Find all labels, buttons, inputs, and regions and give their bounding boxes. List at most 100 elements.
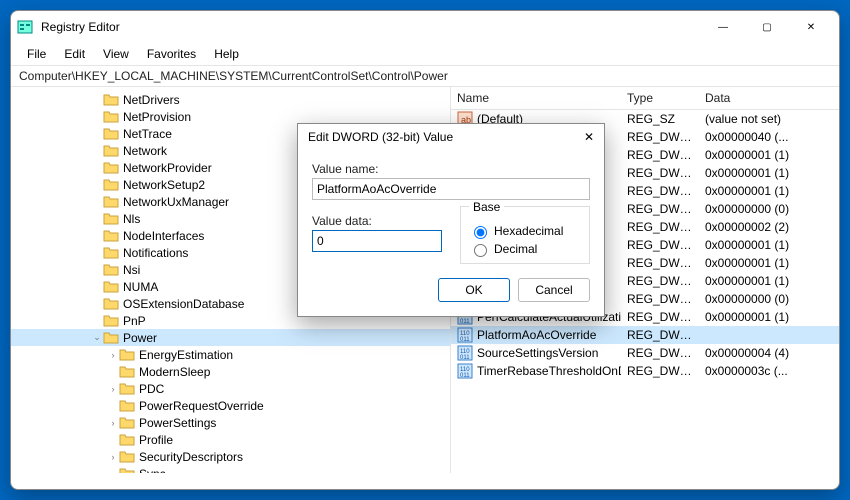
value-data: 0x00000001 (1) — [699, 274, 839, 288]
expand-arrow-icon[interactable]: › — [107, 418, 119, 428]
window-title: Registry Editor — [41, 20, 701, 34]
value-data: 0x00000040 (... — [699, 130, 839, 144]
tree-item-label: NetworkProvider — [123, 161, 212, 175]
menu-file[interactable]: File — [19, 45, 54, 63]
tree-item-label: EnergyEstimation — [139, 348, 233, 362]
expand-arrow-icon[interactable]: › — [107, 452, 119, 462]
tree-item-label: NUMA — [123, 280, 158, 294]
address-bar[interactable]: Computer\HKEY_LOCAL_MACHINE\SYSTEM\Curre… — [11, 66, 839, 87]
tree-item-label: Network — [123, 144, 167, 158]
list-row[interactable]: 110011SourceSettingsVersionREG_DWORD0x00… — [451, 344, 839, 362]
folder-icon — [103, 229, 119, 243]
folder-icon — [103, 161, 119, 175]
list-row[interactable]: 110011TimerRebaseThresholdOnDr...REG_DWO… — [451, 362, 839, 380]
tree-item-label: ModernSleep — [139, 365, 210, 379]
ok-button[interactable]: OK — [438, 278, 510, 302]
tree-item-label: OSExtensionDatabase — [123, 297, 244, 311]
value-type: REG_DWORD — [621, 346, 699, 360]
value-type: REG_DWORD — [621, 130, 699, 144]
value-data: 0x00000001 (1) — [699, 310, 839, 324]
menu-help[interactable]: Help — [206, 45, 247, 63]
minimize-button[interactable]: — — [701, 12, 745, 42]
tree-item[interactable]: › EnergyEstimation — [11, 346, 450, 363]
value-type: REG_DWORD — [621, 292, 699, 306]
value-data: 0x0000003c (... — [699, 364, 839, 378]
folder-icon — [103, 144, 119, 158]
tree-item-label: NetworkSetup2 — [123, 178, 205, 192]
tree-item-label: NodeInterfaces — [123, 229, 204, 243]
value-name-input[interactable] — [312, 178, 590, 200]
value-type: REG_DWORD — [621, 148, 699, 162]
tree-item-label: PnP — [123, 314, 146, 328]
dialog-titlebar: Edit DWORD (32-bit) Value ✕ — [298, 124, 604, 150]
folder-icon — [103, 263, 119, 277]
folder-icon — [103, 93, 119, 107]
maximize-button[interactable]: ▢ — [745, 12, 789, 42]
folder-icon — [103, 297, 119, 311]
tree-item[interactable]: › SecurityDescriptors — [11, 448, 450, 465]
tree-item-label: NetworkUxManager — [123, 195, 229, 209]
menu-edit[interactable]: Edit — [56, 45, 93, 63]
value-data: (value not set) — [699, 112, 839, 126]
radio-dec-input[interactable] — [474, 244, 487, 257]
tree-item[interactable]: Sync — [11, 465, 450, 473]
value-type: REG_DWORD — [621, 184, 699, 198]
folder-icon — [119, 365, 135, 379]
radio-hex[interactable]: Hexadecimal — [469, 223, 581, 239]
tree-item-label: PowerRequestOverride — [139, 399, 264, 413]
value-type: REG_DWORD — [621, 220, 699, 234]
tree-item-label: Nsi — [123, 263, 140, 277]
value-type: REG_DWORD — [621, 328, 699, 342]
tree-item[interactable]: › PDC — [11, 380, 450, 397]
value-data: 0x00000001 (1) — [699, 238, 839, 252]
value-name-label: Value name: — [312, 162, 590, 176]
tree-item[interactable]: PowerRequestOverride — [11, 397, 450, 414]
binary-value-icon: 110011 — [457, 363, 473, 379]
tree-item[interactable]: Profile — [11, 431, 450, 448]
tree-item-label: SecurityDescriptors — [139, 450, 243, 464]
tree-item[interactable]: ModernSleep — [11, 363, 450, 380]
folder-icon — [119, 416, 135, 430]
value-data: 0x00000000 (0) — [699, 292, 839, 306]
value-data: 0x00000000 (0) — [699, 202, 839, 216]
value-data: 0x00000004 (4) — [699, 346, 839, 360]
cancel-button[interactable]: Cancel — [518, 278, 590, 302]
binary-value-icon: 110011 — [457, 345, 473, 361]
dialog-close-button[interactable]: ✕ — [584, 130, 594, 144]
value-data: 0x00000002 (2) — [699, 220, 839, 234]
edit-dword-dialog: Edit DWORD (32-bit) Value ✕ Value name: … — [297, 123, 605, 317]
tree-item[interactable]: ⌄Power — [11, 329, 450, 346]
expand-arrow-icon[interactable]: ⌄ — [91, 332, 103, 343]
folder-icon — [103, 110, 119, 124]
list-header: Name Type Data — [451, 87, 839, 110]
menu-view[interactable]: View — [95, 45, 137, 63]
binary-value-icon: 110011 — [457, 327, 473, 343]
titlebar: Registry Editor — ▢ ✕ — [11, 11, 839, 43]
svg-text:011: 011 — [460, 337, 470, 343]
menu-favorites[interactable]: Favorites — [139, 45, 204, 63]
radio-dec[interactable]: Decimal — [469, 241, 581, 257]
expand-arrow-icon[interactable]: › — [107, 384, 119, 394]
tree-item[interactable]: NetDrivers — [11, 91, 450, 108]
tree-item-label: Profile — [139, 433, 173, 447]
menubar: File Edit View Favorites Help — [11, 43, 839, 66]
close-button[interactable]: ✕ — [789, 12, 833, 42]
value-data-input[interactable] — [312, 230, 442, 252]
tree-item-label: NetProvision — [123, 110, 191, 124]
base-fieldset: Base Hexadecimal Decimal — [460, 206, 590, 264]
col-type-header[interactable]: Type — [621, 87, 699, 109]
radio-hex-input[interactable] — [474, 226, 487, 239]
value-data: 0x00000001 (1) — [699, 256, 839, 270]
tree-item[interactable]: ›PowerSettings — [11, 414, 450, 431]
list-row[interactable]: 110011PlatformAoAcOverrideREG_DWORD — [451, 326, 839, 344]
folder-icon — [119, 450, 135, 464]
registry-editor-window: Registry Editor — ▢ ✕ File Edit View Fav… — [10, 10, 840, 490]
col-name-header[interactable]: Name — [451, 87, 621, 109]
tree-item-label: NetDrivers — [123, 93, 180, 107]
value-data-label: Value data: — [312, 214, 442, 228]
tree-item-label: PDC — [139, 382, 164, 396]
col-data-header[interactable]: Data — [699, 87, 839, 109]
expand-arrow-icon[interactable]: › — [107, 350, 119, 360]
tree-item-label: Notifications — [123, 246, 188, 260]
tree-item-label: NetTrace — [123, 127, 172, 141]
